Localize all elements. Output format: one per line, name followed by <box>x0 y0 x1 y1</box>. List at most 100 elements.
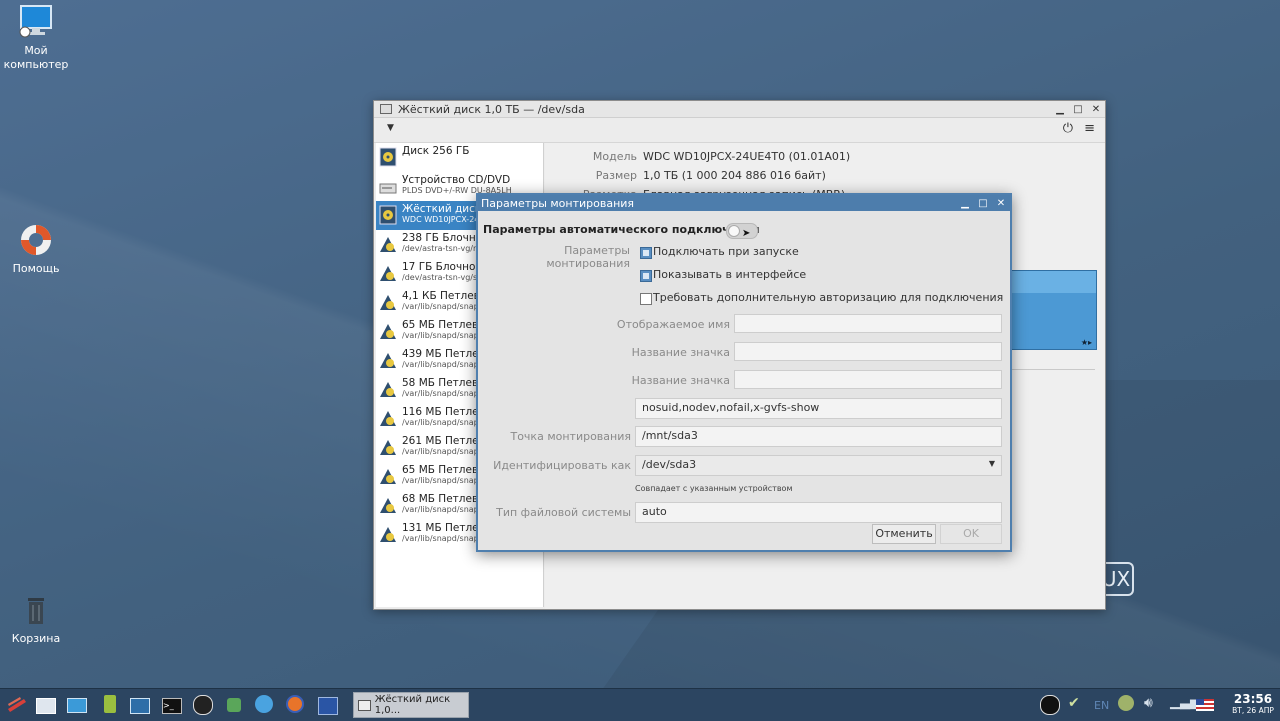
android-icon[interactable] <box>100 695 120 715</box>
match-hint: Совпадает с указанным устройством <box>635 484 793 493</box>
loop-device-icon <box>379 350 397 370</box>
cancel-button[interactable]: Отменить <box>872 524 936 544</box>
taskbar-window-label: Жёсткий диск 1,0... <box>374 694 451 716</box>
wifi-icon[interactable]: ✔ <box>1068 695 1088 715</box>
close-button[interactable]: ✕ <box>992 198 1010 209</box>
clock-time: 23:56 <box>1233 692 1273 706</box>
desktop-icon-help[interactable]: Помощь <box>0 222 72 276</box>
maximize-button[interactable]: □ <box>1069 104 1087 115</box>
network-icon[interactable] <box>255 695 275 715</box>
firefox-icon[interactable] <box>286 695 306 715</box>
loop-device-icon <box>379 495 397 515</box>
drive-icon <box>380 104 392 114</box>
disk-name: Устройство CD/DVD <box>402 174 511 186</box>
minimize-button[interactable]: ▁ <box>1051 104 1069 115</box>
power-icon[interactable]: ⏻ <box>1063 121 1073 136</box>
close-button[interactable]: ✕ <box>1087 104 1105 115</box>
star-icon: ★▸ <box>1080 338 1092 347</box>
start-menu-icon[interactable] <box>6 695 26 715</box>
desktop-icon-label: Корзина <box>11 632 61 645</box>
signal-icon[interactable]: ▁▃▅ <box>1170 695 1200 715</box>
ok-button[interactable]: OK <box>940 524 1002 544</box>
desktop-icon-my-computer[interactable]: Мой компьютер <box>0 4 72 72</box>
display-name-label: Отображаемое имя <box>616 318 730 331</box>
mount-params-label: Параметры монтирования <box>546 244 630 270</box>
grid-app-icon[interactable] <box>318 695 338 715</box>
desktop-icon-label: компьютер <box>3 58 69 71</box>
obs-tray-icon[interactable] <box>1040 695 1060 715</box>
loop-device-icon <box>379 292 397 312</box>
us-flag-icon[interactable] <box>1196 695 1216 715</box>
optical-drive-icon <box>379 176 397 196</box>
keyboard-layout-indicator[interactable]: EN <box>1094 699 1109 712</box>
model-label: Модель <box>592 150 637 163</box>
desktop-icon-trash[interactable]: Корзина <box>0 592 72 646</box>
require-auth-option-label: Требовать дополнительную авторизацию для… <box>653 291 1004 304</box>
model-value: WDC WD10JPCX-24UE4T0 (01.01A01) <box>643 150 851 163</box>
obs-icon[interactable] <box>193 695 213 715</box>
identify-as-value: /dev/sda3 <box>642 458 697 471</box>
monitor-icon <box>16 4 56 40</box>
mouse-cursor-icon: ➤ <box>742 228 751 239</box>
loop-device-icon <box>379 379 397 399</box>
terminal-icon[interactable]: >_ <box>162 695 182 715</box>
loop-device-icon <box>379 466 397 486</box>
fs-type-label: Тип файловой системы <box>496 506 631 519</box>
mount-options-dialog: Параметры монтирования ▁ □ ✕ Параметры а… <box>476 193 1012 552</box>
menu-icon[interactable]: ≡ <box>1084 121 1095 136</box>
loop-device-icon <box>379 234 397 254</box>
loop-device-icon <box>379 437 397 457</box>
auto-mount-label: Параметры автоматического подключения <box>483 223 760 236</box>
size-value: 1,0 ТБ (1 000 204 886 016 байт) <box>643 169 826 182</box>
window-title: Жёсткий диск 1,0 ТБ — /dev/sda <box>398 102 585 116</box>
show-ui-checkbox[interactable] <box>640 270 652 282</box>
symbolic-icon-input[interactable] <box>734 370 1002 389</box>
taskbar: >_ Жёсткий диск 1,0... ✔ EN 🔊︎ ▁▃▅ 23:56… <box>0 688 1280 721</box>
disk-name: Диск 256 ГБ <box>402 145 470 157</box>
clock[interactable]: 23:56 ВТ, 26 АПР <box>1228 692 1278 716</box>
mount-point-input[interactable]: /mnt/sda3 <box>635 426 1002 447</box>
dropdown-arrow-icon[interactable]: ▼ <box>387 123 394 133</box>
mount-point-label: Точка монтирования <box>510 430 631 443</box>
dialog-title: Параметры монтирования <box>481 196 635 210</box>
window-titlebar[interactable]: Жёсткий диск 1,0 ТБ — /dev/sda ▁ □ ✕ <box>374 101 1105 118</box>
divider <box>1009 369 1095 370</box>
identify-as-select[interactable]: /dev/sda3 ▼ <box>635 455 1002 476</box>
show-ui-option-label: Показывать в интерфейсе <box>653 268 807 281</box>
trash-icon <box>16 592 56 628</box>
usb-icon[interactable] <box>1118 695 1138 715</box>
window-toolbar: ▼ ⏻ ≡ <box>374 118 1105 143</box>
require-auth-checkbox[interactable] <box>640 293 652 305</box>
startup-checkbox[interactable] <box>640 247 652 259</box>
partition-block[interactable]: ★▸ <box>1009 270 1097 350</box>
puzzle-icon[interactable] <box>224 695 244 715</box>
system-monitor-icon[interactable] <box>130 695 150 715</box>
startup-option-label: Подключать при запуске <box>653 245 799 258</box>
volume-icon[interactable]: 🔊︎ <box>1144 695 1164 715</box>
loop-device-icon <box>379 321 397 341</box>
symbolic-icon-label: Название значка <box>631 374 730 387</box>
file-manager-icon[interactable] <box>36 695 56 715</box>
desktop-icon-label: Помощь <box>12 262 60 275</box>
icon-name-input[interactable] <box>734 342 1002 361</box>
hard-disk-icon <box>379 205 397 225</box>
clock-date: ВТ, 26 АПР <box>1232 706 1274 715</box>
hard-disk-icon <box>379 147 397 167</box>
dialog-titlebar[interactable]: Параметры монтирования ▁ □ ✕ <box>478 195 1010 211</box>
loop-device-icon <box>379 408 397 428</box>
size-label: Размер <box>595 169 637 182</box>
desktop-icon[interactable] <box>67 695 87 715</box>
mount-options-input[interactable]: nosuid,nodev,nofail,x-gvfs-show <box>635 398 1002 419</box>
identify-as-label: Идентифицировать как <box>493 459 631 472</box>
drive-icon <box>358 699 371 711</box>
lifebuoy-icon <box>16 222 56 258</box>
loop-device-icon <box>379 263 397 283</box>
maximize-button[interactable]: □ <box>974 198 992 209</box>
disk-list-item[interactable]: Диск 256 ГБ <box>376 143 543 172</box>
fs-type-input[interactable]: auto <box>635 502 1002 523</box>
icon-name-label: Название значка <box>631 346 730 359</box>
minimize-button[interactable]: ▁ <box>956 198 974 209</box>
loop-device-icon <box>379 524 397 544</box>
display-name-input[interactable] <box>734 314 1002 333</box>
taskbar-window-button[interactable]: Жёсткий диск 1,0... <box>353 692 469 718</box>
